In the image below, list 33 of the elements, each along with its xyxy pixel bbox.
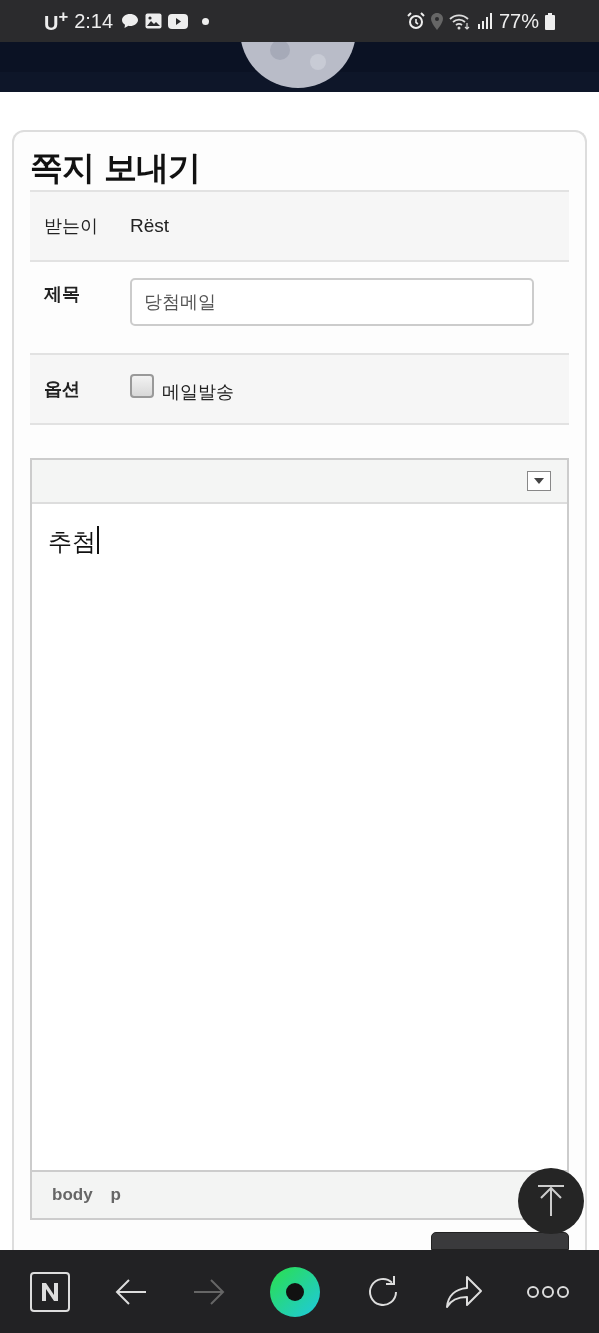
subject-label: 제목 (44, 282, 81, 306)
element-path-item[interactable]: body (52, 1185, 93, 1205)
home-ring-icon[interactable] (270, 1266, 321, 1317)
editor-text: 추첨 (48, 527, 96, 558)
recipient-label: 받는이 (44, 214, 99, 238)
n-logo-icon[interactable] (30, 1271, 71, 1312)
carrier-label: U$^{+}$ (44, 7, 69, 35)
location-pin-icon (430, 12, 443, 30)
element-path-item[interactable]: p (110, 1185, 121, 1205)
back-arrow-icon[interactable] (114, 1276, 149, 1307)
play-video-icon (168, 13, 189, 29)
chat-bubble-icon (121, 13, 140, 29)
share-arrow-icon[interactable] (444, 1274, 483, 1309)
subject-field[interactable]: 당첨메일 (130, 278, 534, 326)
text-cursor (97, 526, 99, 554)
caret-icon (534, 478, 544, 484)
email-checkbox-label: 메일발송 (162, 380, 234, 404)
page-title: 쪽지 보내기 (30, 147, 202, 189)
clock-time: 2:14 (74, 9, 114, 33)
arrow-up-icon (536, 1184, 566, 1218)
more-options-icon[interactable] (526, 1284, 569, 1299)
email-checkbox[interactable] (130, 374, 154, 398)
recipient-name: Rëst (130, 215, 170, 237)
battery-percent: 77% (498, 9, 539, 33)
dropdown-button[interactable] (527, 471, 551, 491)
battery-icon (545, 12, 555, 30)
alarm-clock-icon (406, 12, 425, 30)
signal-bars-icon (476, 13, 493, 29)
option-label: 옵션 (44, 377, 81, 401)
image-icon (145, 13, 163, 29)
forward-arrow-icon[interactable] (192, 1276, 227, 1307)
notification-dot-icon (202, 17, 210, 25)
wifi-icon (448, 12, 471, 30)
